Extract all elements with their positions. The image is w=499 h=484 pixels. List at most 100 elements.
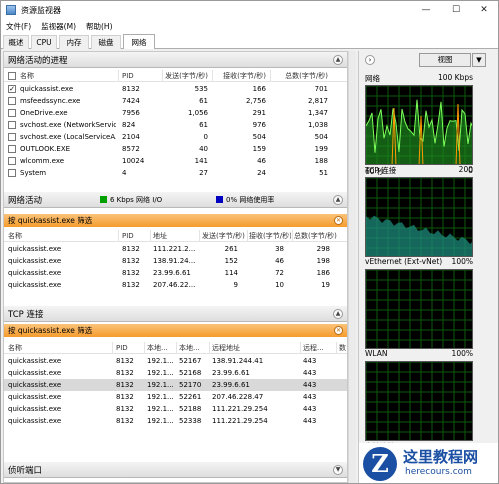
process-total: 199 xyxy=(314,145,328,153)
processes-section-header[interactable]: 网络活动的进程 ▲ xyxy=(4,52,347,68)
table-row[interactable]: wlcomm.exe 10024 141 46 188 xyxy=(4,155,347,167)
tab-overview[interactable]: 概述 xyxy=(3,35,29,49)
menu-file[interactable]: 文件(F) xyxy=(1,21,36,32)
watermark: Z 这里教程网 herecours.com xyxy=(359,443,498,483)
column-header-send[interactable]: 发送(字节/秒) xyxy=(202,230,246,242)
table-row[interactable]: quickassist.exe 8132 192.1... 52338 111.221.… xyxy=(4,415,347,427)
watermark-cn: 这里教程网 xyxy=(403,448,479,466)
collapse-pane-icon[interactable]: › xyxy=(365,55,375,65)
tcp-local-port: 52261 xyxy=(179,393,202,401)
details-pane: 网络活动的进程 ▲ 名称 PID 发送(字节/秒) 接收(字节/秒) 总数(字节… xyxy=(3,51,348,483)
column-header-total[interactable]: 总数(字节/秒) xyxy=(272,70,328,82)
graph-title: TCP 连接 200 xyxy=(365,165,473,176)
maximize-button[interactable]: ☐ xyxy=(441,1,471,19)
table-row[interactable]: msfeedssync.exe 7424 61 2,756 2,817 xyxy=(4,95,347,107)
table-row[interactable]: quickassist.exe 8132 192.1... 52167 138.91.2… xyxy=(4,355,347,367)
network-activity-filter-bar: 按 quickassist.exe 筛选 ✕ xyxy=(4,214,347,227)
column-header-name[interactable]: 名称 xyxy=(8,342,108,354)
tcp-remote-port: 443 xyxy=(303,369,317,377)
table-row[interactable]: quickassist.exe 8132 207.46.22... 9 10 19 xyxy=(4,279,347,291)
process-total: 2,817 xyxy=(307,97,328,105)
view-dropdown-icon[interactable]: ▼ xyxy=(472,53,486,67)
column-header-pid[interactable]: PID xyxy=(122,70,162,82)
column-header-send[interactable]: 发送(字节/秒) xyxy=(164,70,208,82)
table-row[interactable]: quickassist.exe 8132 111.221.2... 261 38 298 xyxy=(4,243,347,255)
process-checkbox[interactable] xyxy=(8,169,16,177)
close-button[interactable]: ✕ xyxy=(469,1,498,19)
table-row[interactable]: quickassist.exe 8132 192.1... 52170 23.99.6.… xyxy=(4,379,347,391)
tcp-local-address: 192.1... xyxy=(147,357,174,365)
table-row[interactable]: quickassist.exe 8132 192.1... 52261 207.46.2… xyxy=(4,391,347,403)
clear-filter-icon[interactable]: ✕ xyxy=(334,326,343,335)
activity-address: 138.91.24... xyxy=(153,257,196,265)
column-header-remote-address[interactable]: 远程地址 xyxy=(212,342,272,354)
column-header-name[interactable]: 名称 xyxy=(8,230,108,242)
column-header-local-address[interactable]: 本地... xyxy=(147,342,175,354)
column-header-pid[interactable]: PID xyxy=(122,230,150,242)
graph-canvas xyxy=(366,362,472,440)
column-header-recv[interactable]: 接收(字节/秒) xyxy=(249,230,291,242)
menu-help[interactable]: 帮助(H) xyxy=(81,21,118,32)
expand-icon[interactable]: ▼ xyxy=(333,465,343,475)
process-pid: 10024 xyxy=(122,157,145,165)
column-header-remote-port[interactable]: 远程... xyxy=(303,342,333,354)
details-scrollbar[interactable] xyxy=(348,51,356,483)
process-checkbox[interactable] xyxy=(8,97,16,105)
collapse-icon[interactable]: ▲ xyxy=(333,195,343,205)
process-send: 61 xyxy=(199,97,208,105)
network-activity-section-header[interactable]: 网络活动 6 Kbps 网络 I/O 0% 网络使用率 ▲ xyxy=(4,192,347,208)
table-row[interactable]: quickassist.exe 8132 23.99.6.61 114 72 186 xyxy=(4,267,347,279)
table-row[interactable]: svchost.exe (LocalServiceA... 2104 0 504 504 xyxy=(4,131,347,143)
table-row[interactable]: quickassist.exe 8132 192.1... 52168 23.99.6.… xyxy=(4,367,347,379)
process-checkbox[interactable] xyxy=(8,157,16,165)
table-row[interactable]: ✓ quickassist.exe 8132 535 166 701 xyxy=(4,83,347,95)
section-title: 网络活动的进程 xyxy=(8,55,68,66)
column-header-local-port[interactable]: 本地... xyxy=(179,342,207,354)
tab-disk[interactable]: 磁盘 xyxy=(91,35,121,49)
section-title: TCP 连接 xyxy=(8,309,44,320)
listening-ports-section-header[interactable]: 侦听端口 ▼ xyxy=(4,462,347,478)
process-checkbox[interactable]: ✓ xyxy=(8,85,16,93)
table-header-row: 名称 PID 发送(字节/秒) 接收(字节/秒) 总数(字节/秒) xyxy=(4,70,347,82)
tcp-pid: 8132 xyxy=(116,381,134,389)
tab-network[interactable]: 网络 xyxy=(123,34,155,49)
tcp-section-header[interactable]: TCP 连接 ▲ xyxy=(4,306,347,322)
process-send: 535 xyxy=(194,85,208,93)
process-checkbox[interactable] xyxy=(8,133,16,141)
activity-recv: 46 xyxy=(275,257,284,265)
column-header-packet-loss[interactable]: 数 xyxy=(339,342,347,354)
minimize-button[interactable]: — xyxy=(411,1,441,19)
tcp-local-address: 192.1... xyxy=(147,369,174,377)
clear-filter-icon[interactable]: ✕ xyxy=(334,216,343,225)
collapse-icon[interactable]: ▲ xyxy=(333,309,343,319)
column-header-address[interactable]: 地址 xyxy=(153,230,197,242)
process-checkbox[interactable] xyxy=(8,145,16,153)
table-row[interactable]: quickassist.exe 8132 192.1... 52188 111.221.… xyxy=(4,403,347,415)
column-header-recv[interactable]: 接收(字节/秒) xyxy=(214,70,266,82)
table-row[interactable]: quickassist.exe 8132 138.91.24... 152 46 198 xyxy=(4,255,347,267)
select-all-checkbox[interactable] xyxy=(8,72,16,80)
graph-canvas xyxy=(366,178,472,256)
process-checkbox[interactable] xyxy=(8,121,16,129)
tab-cpu[interactable]: CPU xyxy=(31,35,57,49)
menu-monitor[interactable]: 监视器(M) xyxy=(36,21,81,32)
graph-canvas xyxy=(366,270,472,348)
table-row[interactable]: System 4 27 24 51 xyxy=(4,167,347,179)
tcp-local-port: 52170 xyxy=(179,381,202,389)
column-divider xyxy=(247,230,248,242)
tab-memory[interactable]: 内存 xyxy=(59,35,89,49)
table-row[interactable]: OUTLOOK.EXE 8572 40 159 199 xyxy=(4,143,347,155)
table-row[interactable]: OneDrive.exe 7956 1,056 291 1,347 xyxy=(4,107,347,119)
column-divider xyxy=(162,70,163,82)
process-checkbox[interactable] xyxy=(8,109,16,117)
graph-title: vEthernet (Ext-vNet) 100% xyxy=(365,257,473,268)
column-divider xyxy=(112,342,113,354)
column-header-pid[interactable]: PID xyxy=(116,342,144,354)
table-row[interactable]: svchost.exe (NetworkService) 824 61 976 1,03… xyxy=(4,119,347,131)
column-header-name[interactable]: 名称 xyxy=(20,70,115,82)
column-header-total[interactable]: 总数(字节/秒) xyxy=(294,230,344,242)
collapse-icon[interactable]: ▲ xyxy=(333,55,343,65)
activity-total: 186 xyxy=(316,269,330,277)
view-button[interactable]: 视图 xyxy=(419,53,471,67)
activity-recv: 38 xyxy=(275,245,284,253)
